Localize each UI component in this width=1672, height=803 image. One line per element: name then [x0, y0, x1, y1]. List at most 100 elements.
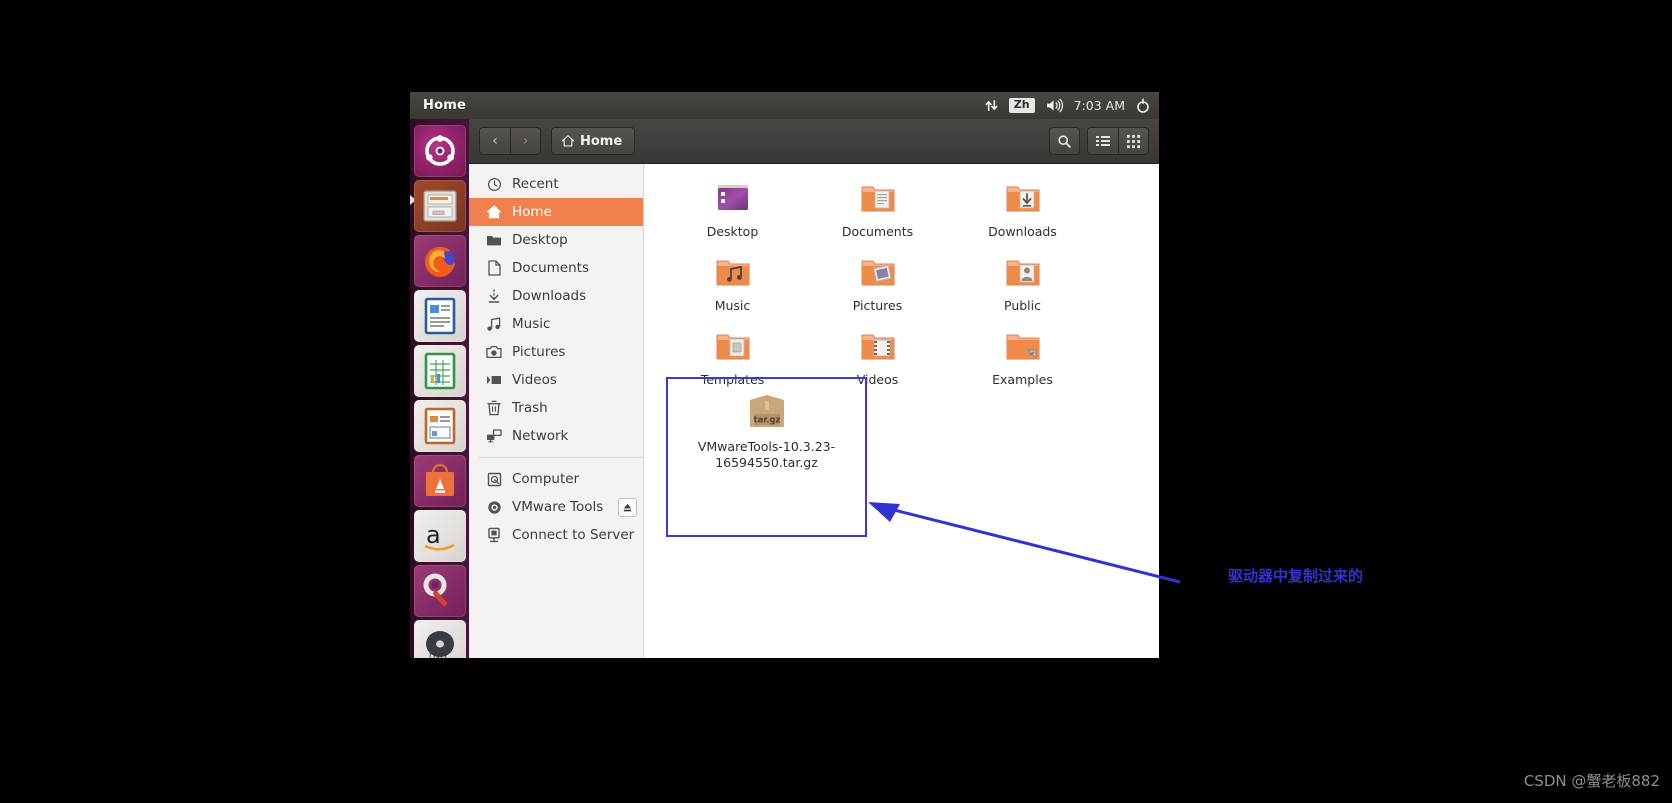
amazon-icon: a — [424, 521, 455, 551]
search-button[interactable] — [1049, 127, 1080, 155]
launcher-item-amazon[interactable]: a — [414, 510, 466, 562]
sidebar-item-connect-to-server[interactable]: Connect to Server — [469, 521, 643, 549]
launcher-item-libreoffice-impress[interactable] — [414, 400, 466, 452]
view-mode-toggle — [1087, 127, 1149, 155]
list-view-icon — [1096, 136, 1110, 146]
annotation-arrow — [868, 502, 1181, 584]
list-view-button[interactable] — [1087, 127, 1118, 155]
home-icon — [562, 135, 574, 147]
file-label: Examples — [992, 372, 1053, 387]
folder-pictures-icon — [855, 254, 901, 294]
sidebar-item-desktop[interactable]: Desktop — [469, 226, 643, 254]
top-panel: Home Zh 7:03 AM — [410, 92, 1159, 119]
launcher-item-ubuntu-software[interactable] — [414, 455, 466, 507]
back-button[interactable]: ‹ — [479, 127, 510, 155]
file-label: Public — [1004, 298, 1041, 313]
sidebar-item-downloads[interactable]: Downloads — [469, 282, 643, 310]
camera-icon — [486, 344, 502, 360]
calc-spreadsheet-icon — [424, 352, 456, 390]
grid-view-icon — [1126, 134, 1141, 148]
folder-documents-icon — [855, 180, 901, 220]
file-item-examples[interactable]: Examples — [950, 326, 1095, 398]
launcher-item-libreoffice-writer[interactable] — [414, 290, 466, 342]
sidebar-label: VMware Tools — [512, 499, 604, 515]
video-icon — [486, 372, 502, 388]
dvd-disc-icon: DVD — [426, 631, 454, 658]
sidebar-item-videos[interactable]: Videos — [469, 366, 643, 394]
gear-icon[interactable] — [1135, 97, 1151, 114]
launcher-item-firefox[interactable] — [414, 235, 466, 287]
folder-icon — [486, 232, 502, 248]
sidebar-item-pictures[interactable]: Pictures — [469, 338, 643, 366]
folder-downloads-icon — [1000, 180, 1046, 220]
sidebar-label: Network — [512, 428, 569, 444]
search-icon — [1058, 134, 1071, 148]
sidebar-divider — [479, 457, 643, 458]
toolbar-right-group — [1049, 127, 1149, 155]
panel-window-title: Home — [423, 98, 466, 113]
sidebar-label: Trash — [512, 400, 548, 416]
breadcrumb-home[interactable]: Home — [551, 127, 636, 155]
file-label: Documents — [841, 224, 914, 239]
file-label: Pictures — [852, 298, 903, 313]
svg-text:a: a — [426, 521, 441, 549]
file-item-selected-archive[interactable]: tar.gz VMwareTools-10.3.23-16594550.tar.… — [666, 377, 867, 537]
system-tray: Zh 7:03 AM — [984, 97, 1159, 114]
sidebar-item-vmware-tools[interactable]: VMware Tools — [469, 493, 643, 521]
sidebar-item-network[interactable]: Network — [469, 422, 643, 450]
sidebar-item-trash[interactable]: Trash — [469, 394, 643, 422]
volume-icon[interactable] — [1045, 98, 1064, 113]
folder-templates-icon — [710, 328, 756, 368]
sidebar-item-music[interactable]: Music — [469, 310, 643, 338]
computer-disk-icon — [486, 471, 502, 487]
folder-desktop-icon — [710, 180, 756, 220]
sidebar-label: Music — [512, 316, 551, 332]
ubuntu-logo-icon — [425, 135, 455, 166]
file-item-desktop[interactable]: Desktop — [660, 178, 805, 250]
folder-videos-icon — [855, 328, 901, 368]
forward-button[interactable]: › — [510, 127, 541, 155]
folder-public-icon — [1000, 254, 1046, 294]
sidebar-label: Home — [512, 204, 552, 220]
breadcrumb-label: Home — [580, 133, 623, 149]
file-item-downloads[interactable]: Downloads — [950, 178, 1095, 250]
download-icon — [486, 288, 502, 304]
sidebar-item-home[interactable]: Home — [469, 198, 643, 226]
language-indicator[interactable]: Zh — [1008, 97, 1035, 114]
launcher-item-libreoffice-calc[interactable] — [414, 345, 466, 397]
music-note-icon — [486, 316, 502, 332]
grid-view-button[interactable] — [1118, 127, 1149, 155]
network-updown-icon[interactable] — [984, 98, 999, 113]
launcher-item-files[interactable] — [414, 180, 466, 232]
launcher-item-dvd-drive[interactable]: DVD — [414, 620, 466, 658]
launcher-item-system-settings[interactable] — [414, 565, 466, 617]
clock-icon — [486, 176, 502, 192]
home-icon — [486, 204, 502, 220]
settings-tools-icon — [423, 573, 447, 607]
folder-music-icon — [710, 254, 756, 294]
sidebar-label: Documents — [512, 260, 589, 276]
annotation-label: 驱动器中复制过来的 — [1228, 567, 1364, 585]
sidebar-item-documents[interactable]: Documents — [469, 254, 643, 282]
panel-clock[interactable]: 7:03 AM — [1074, 98, 1125, 113]
launcher-item-ubuntu-dash[interactable] — [414, 125, 466, 177]
file-label: Desktop — [706, 224, 759, 239]
sidebar-label: Connect to Server — [512, 527, 635, 543]
file-item-public[interactable]: Public — [950, 252, 1095, 324]
navigation-buttons: ‹ › — [479, 127, 541, 155]
file-item-documents[interactable]: Documents — [805, 178, 950, 250]
file-label: Music — [714, 298, 751, 313]
sidebar-label: Videos — [512, 372, 557, 388]
trash-icon — [486, 400, 502, 416]
optical-disc-icon — [486, 499, 502, 515]
watermark: CSDN @蟹老板882 — [1523, 772, 1660, 790]
network-icon — [486, 428, 502, 444]
sidebar-item-recent[interactable]: Recent — [469, 170, 643, 198]
firefox-icon — [425, 247, 455, 277]
file-item-music[interactable]: Music — [660, 252, 805, 324]
places-sidebar: Recent Home Desktop Documents Downloads … — [469, 164, 644, 658]
sidebar-label: Pictures — [512, 344, 566, 360]
file-item-pictures[interactable]: Pictures — [805, 252, 950, 324]
sidebar-item-computer[interactable]: Computer — [469, 465, 643, 493]
eject-button[interactable] — [618, 497, 637, 517]
